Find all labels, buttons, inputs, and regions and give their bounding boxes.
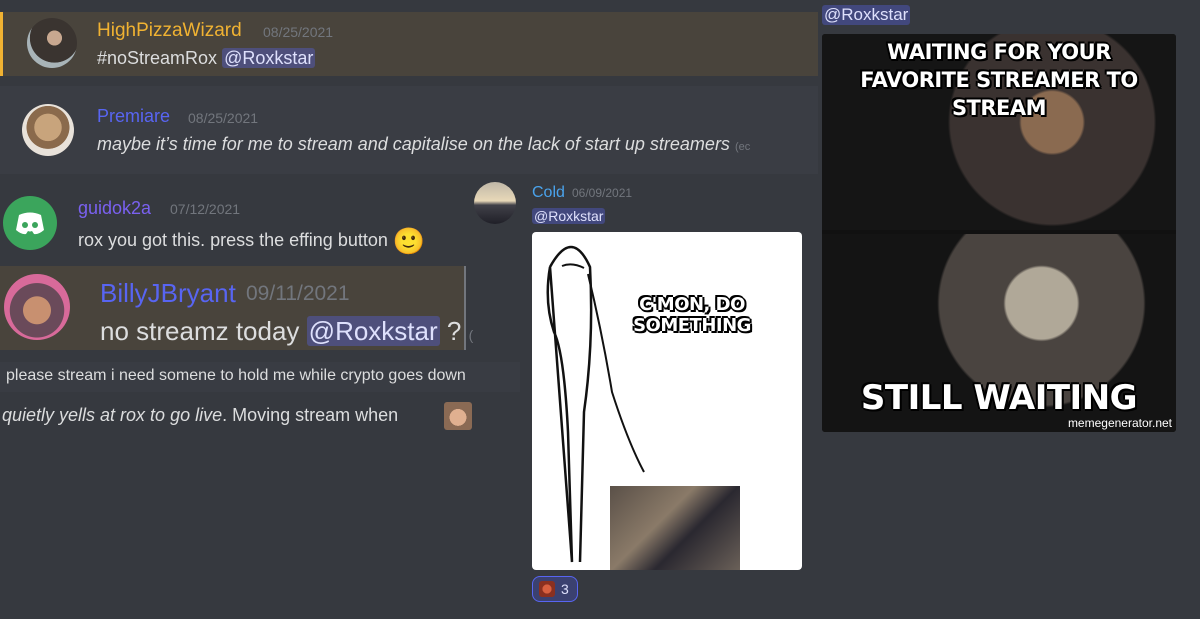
message-suffix: ?: [446, 316, 462, 346]
message-waiting-meme: @Roxkstar WAITING FOR YOUR FAVORITE STRE…: [818, 0, 1200, 440]
message-text: rox you got this. press the effing butto…: [78, 230, 388, 250]
reaction-button[interactable]: 3: [532, 576, 578, 602]
mention-roxkstar[interactable]: @Roxkstar: [306, 316, 440, 346]
message-date: 06/09/2021: [572, 186, 633, 200]
message-premiare: Premiare 08/25/2021 maybe it’s time for …: [0, 86, 818, 174]
discord-logo-icon[interactable]: [3, 196, 57, 250]
message-content: #noStreamRox @Roxkstar: [97, 48, 316, 69]
mention-roxkstar[interactable]: @Roxkstar: [532, 208, 606, 224]
message-content: maybe it’s time for me to stream and cap…: [97, 134, 750, 155]
avatar-cold[interactable]: [474, 182, 516, 224]
meme-caption: C'MON, DO SOMETHING: [633, 294, 751, 336]
meme-top-text: WAITING FOR YOUR FAVORITE STREAMER TO ST…: [860, 40, 1138, 120]
author-name[interactable]: Cold: [532, 184, 565, 202]
author-name[interactable]: Premiare: [97, 106, 170, 127]
author-name[interactable]: HighPizzaWizard: [97, 20, 242, 42]
meme-watermark: memegenerator.net: [1067, 416, 1172, 430]
message-text: no streamz today: [100, 316, 300, 346]
edited-hint: (ec: [734, 141, 751, 153]
message-italic-text: quietly yells at rox to go live: [2, 405, 223, 425]
message-billyjbryant: BillyJBryant 09/11/2021 no streamz today…: [0, 266, 473, 350]
mention-roxkstar[interactable]: @Roxkstar: [222, 48, 316, 68]
message-quietly-yells: quietly yells at rox to go live. Moving …: [0, 400, 480, 432]
reaction-count: 3: [561, 581, 569, 597]
message-content: quietly yells at rox to go live. Moving …: [2, 405, 398, 426]
meme-image-waiting[interactable]: WAITING FOR YOUR FAVORITE STREAMER TO ST…: [822, 34, 1176, 432]
message-content: rox you got this. press the effing butto…: [78, 226, 425, 257]
message-date: 08/25/2021: [188, 110, 259, 126]
mention-roxkstar[interactable]: @Roxkstar: [822, 5, 911, 25]
face-emoji-icon: [444, 402, 472, 430]
author-name[interactable]: BillyJBryant: [100, 278, 236, 309]
message-date: 07/12/2021: [170, 201, 241, 217]
message-text: . Moving stream when: [222, 405, 399, 425]
avatar-premiare[interactable]: [22, 104, 74, 156]
meme-photo-inset: [610, 486, 740, 570]
message-text: please stream i need somene to hold me w…: [6, 367, 466, 384]
meme-bottom-text: STILL WAITING: [860, 378, 1138, 418]
message-guidok2a: guidok2a 07/12/2021 rox you got this. pr…: [0, 182, 470, 262]
meme-image-cmon[interactable]: C'MON, DO SOMETHING: [532, 232, 802, 570]
message-text: #noStreamRox: [97, 48, 218, 68]
smiley-emoji-icon: 🙂: [392, 226, 426, 256]
message-date: 08/25/2021: [263, 24, 334, 40]
reaction-emoji-icon: [539, 581, 555, 597]
message-date: 09/11/2021: [246, 282, 350, 305]
avatar-highpizzawizard[interactable]: [27, 18, 77, 68]
message-text: maybe it’s time for me to stream and cap…: [97, 134, 730, 154]
message-content: no streamz today @Roxkstar ? (: [100, 316, 473, 347]
message-crypto: please stream i need somene to hold me w…: [0, 362, 520, 392]
author-name[interactable]: guidok2a: [78, 198, 151, 219]
message-cold: Cold 06/09/2021 @Roxkstar C'MON, DO SOME…: [470, 178, 810, 608]
message-highpizzawizard: HighPizzaWizard 08/25/2021 #noStreamRox …: [0, 12, 818, 76]
avatar-billyjbryant[interactable]: [4, 274, 70, 340]
